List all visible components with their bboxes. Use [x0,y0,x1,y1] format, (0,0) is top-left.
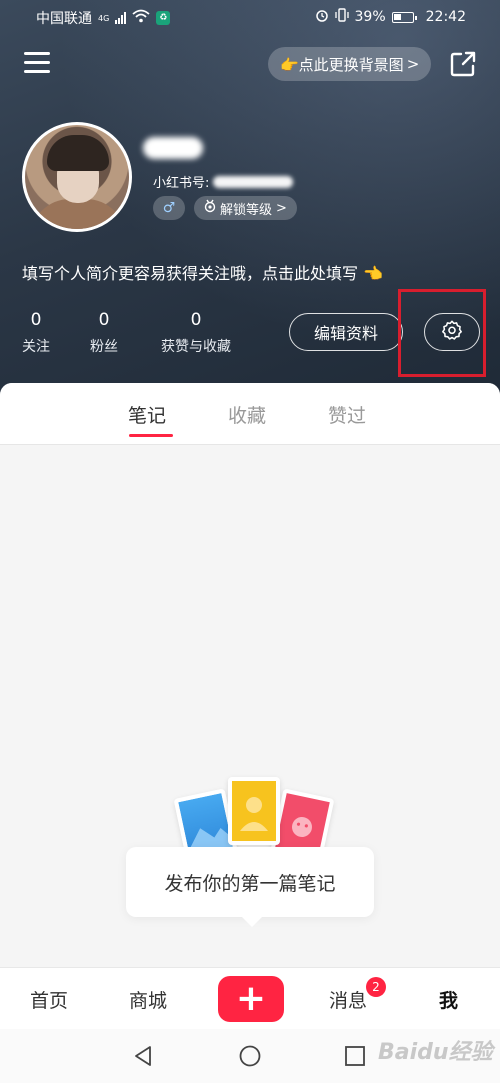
active-tab-indicator [129,434,173,437]
red-id-label: 小红书号: [153,176,210,191]
network-type: 4G [98,13,110,23]
gender-badge: ♂ [153,196,185,220]
status-bar: 中国联通 4G ♻ 39% 22:42 [0,0,500,36]
male-icon: ♂ [162,200,176,216]
tab-liked[interactable]: 赞过 [328,401,366,428]
recent-apps-icon[interactable] [345,1046,365,1070]
stat-label: 获赞与收藏 [161,339,231,355]
profile-tabs: 笔记 收藏 赞过 [0,383,500,445]
back-icon[interactable] [132,1045,154,1071]
notes-content: 笔记 收藏 赞过 发布你的第一篇笔记 [0,383,500,967]
stat-value: 0 [190,310,202,330]
tab-collections[interactable]: 收藏 [228,401,266,428]
nav-mall[interactable]: 商城 [129,986,167,1013]
tab-notes[interactable]: 笔记 [128,401,166,428]
nav-home[interactable]: 首页 [30,986,68,1013]
carrier-label: 中国联通 [36,11,92,27]
share-icon[interactable] [449,50,477,78]
publish-first-note-prompt[interactable]: 发布你的第一篇笔记 [126,847,374,927]
red-id-redacted [213,175,294,188]
chevron-right-icon: > [406,55,420,73]
clock: 22:42 [425,9,466,25]
bio-prompt[interactable]: 填写个人简介更容易获得关注哦，点击此处填写 👈 [22,260,383,284]
unlock-level-label: 解锁等级 [220,202,273,218]
app-notification-icon: ♻ [156,11,171,25]
nickname-redacted [143,137,203,159]
menu-icon[interactable] [24,52,50,74]
change-background-button[interactable]: 👉点此更换背景图 > [268,47,432,81]
vibrate-icon [334,8,349,26]
baidu-jingyan-watermark: Baidu经验 [378,1040,493,1065]
empty-state: 发布你的第一篇笔记 [126,777,374,927]
alarm-icon [315,8,329,26]
stat-followers[interactable]: 0 粉丝 [88,310,120,356]
stat-value: 0 [98,310,110,330]
settings-highlight-box [398,289,486,377]
status-left: 中国联通 4G ♻ [36,8,171,28]
bottom-nav: 首页 商城 + 消息 我 [0,967,500,1029]
unlock-level-button[interactable]: 解锁等级 > [194,196,297,220]
signal-icon [115,12,127,24]
person-photo-icon [228,777,280,845]
change-background-label: 👉点此更换背景图 [280,55,404,74]
nav-messages[interactable]: 消息 [329,986,367,1013]
battery-icon [391,11,417,23]
medal-icon [204,199,216,217]
empty-state-message: 发布你的第一篇笔记 [164,872,336,895]
publish-button[interactable]: + [218,976,284,1022]
nav-me[interactable]: 我 [439,986,458,1013]
avatar[interactable] [22,122,132,232]
edit-profile-button[interactable]: 编辑资料 [289,313,403,351]
stat-label: 关注 [22,339,50,355]
messages-badge: 2 [366,977,386,997]
plus-icon: + [235,978,267,1019]
battery-percent: 39% [354,9,386,25]
home-icon[interactable] [239,1045,261,1071]
wifi-icon [132,9,150,27]
status-right: 39% 22:42 [315,8,466,26]
stat-value: 0 [30,310,42,330]
stat-label: 粉丝 [90,339,118,355]
stat-likes-collects[interactable]: 0 获赞与收藏 [158,310,234,356]
stat-following[interactable]: 0 关注 [22,310,50,356]
chevron-right-icon: > [276,200,287,216]
red-id: 小红书号: [153,172,294,191]
